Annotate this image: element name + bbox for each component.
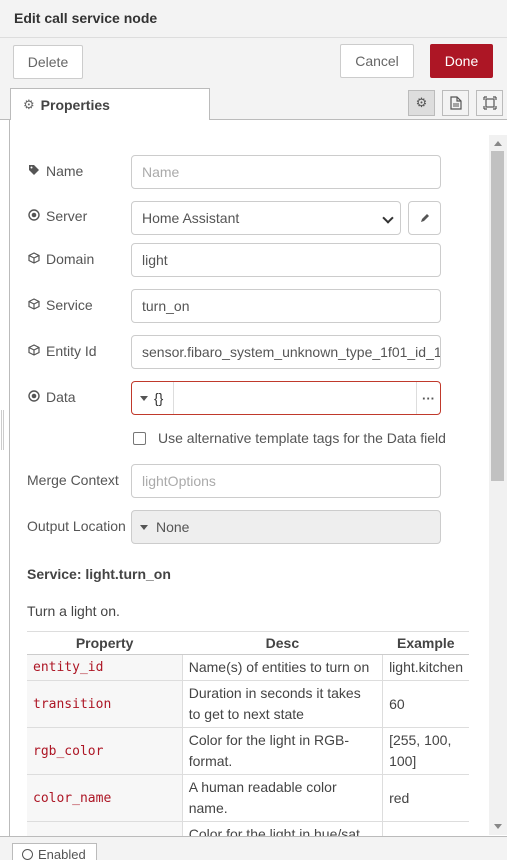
tray-header: Edit call service node bbox=[0, 0, 507, 38]
tab-properties-label: Properties bbox=[40, 96, 110, 113]
alt-template-checkbox[interactable] bbox=[133, 431, 146, 445]
column-header-desc: Desc bbox=[182, 631, 383, 655]
dot-circle-icon bbox=[27, 208, 41, 224]
gear-icon: ⚙ bbox=[23, 96, 35, 112]
edit-server-button[interactable] bbox=[408, 201, 441, 235]
done-button[interactable]: Done bbox=[430, 44, 493, 78]
output-location-select[interactable]: None bbox=[131, 510, 441, 544]
data-label: Data bbox=[27, 389, 76, 405]
table-row: transition Duration in seconds it takes … bbox=[27, 680, 469, 728]
example-cell: [255, 100, 100] bbox=[382, 727, 469, 775]
document-icon bbox=[449, 96, 462, 110]
table-header-row: Property Desc Example bbox=[27, 631, 469, 655]
data-typed-input[interactable]: {} ··· bbox=[131, 381, 441, 415]
domain-input[interactable]: light bbox=[131, 243, 441, 277]
caret-down-icon bbox=[140, 524, 148, 530]
desc-cell: Color for the light in RGB-format. bbox=[182, 727, 384, 775]
frame-icon bbox=[482, 96, 497, 110]
service-properties-table: Property Desc Example entity_id Name(s) … bbox=[27, 631, 469, 860]
enabled-toggle-button[interactable]: Enabled bbox=[12, 843, 97, 860]
scroll-up-arrow-icon[interactable] bbox=[494, 141, 502, 146]
data-type-select[interactable]: {} bbox=[132, 382, 174, 414]
tab-appearance-frame-icon[interactable] bbox=[476, 90, 503, 116]
desc-cell: Duration in seconds it takes to get to n… bbox=[182, 680, 384, 728]
property-cell: transition bbox=[27, 680, 183, 728]
caret-down-icon bbox=[140, 395, 148, 401]
table-row: rgb_color Color for the light in RGB-for… bbox=[27, 727, 469, 775]
alt-template-row: Use alternative template tags for the Da… bbox=[133, 430, 446, 446]
status-bar: Enabled bbox=[0, 836, 507, 860]
tab-settings-gear-icon[interactable]: ⚙ bbox=[408, 90, 435, 116]
pencil-icon bbox=[420, 214, 429, 222]
tab-description-document-icon[interactable] bbox=[442, 90, 469, 116]
output-location-value: None bbox=[156, 519, 190, 535]
scroll-down-arrow-icon[interactable] bbox=[494, 824, 502, 829]
cube-icon bbox=[27, 297, 41, 313]
service-help-title: Service: light.turn_on bbox=[27, 566, 171, 582]
circle-icon bbox=[22, 849, 33, 860]
output-location-label: Output Location bbox=[27, 518, 126, 534]
example-cell: 60 bbox=[382, 680, 469, 728]
alt-template-label: Use alternative template tags for the Da… bbox=[158, 430, 446, 446]
data-type-value: {} bbox=[154, 390, 164, 406]
property-cell: rgb_color bbox=[27, 727, 183, 775]
service-input[interactable]: turn_on bbox=[131, 289, 441, 323]
cube-icon bbox=[27, 251, 41, 267]
column-header-example: Example bbox=[382, 631, 469, 655]
table-row: color_name A human readable color name. … bbox=[27, 774, 469, 822]
column-header-property: Property bbox=[27, 631, 183, 655]
cube-icon bbox=[27, 343, 41, 359]
server-select[interactable]: Home Assistant bbox=[131, 201, 401, 235]
service-label: Service bbox=[27, 297, 93, 313]
dot-circle-icon bbox=[27, 389, 41, 405]
resize-handle[interactable] bbox=[1, 410, 4, 450]
example-cell: light.kitchen bbox=[382, 654, 469, 681]
scrollbar[interactable] bbox=[489, 135, 507, 835]
tag-icon bbox=[27, 164, 41, 179]
example-cell: red bbox=[382, 774, 469, 822]
expand-editor-button[interactable]: ··· bbox=[416, 382, 440, 414]
chevron-down-icon bbox=[382, 212, 394, 224]
tray-title: Edit call service node bbox=[14, 10, 158, 26]
property-cell: entity_id bbox=[27, 654, 183, 681]
desc-cell: A human readable color name. bbox=[182, 774, 384, 822]
tab-bar: ⚙ Properties ⚙ bbox=[0, 84, 507, 121]
server-select-value: Home Assistant bbox=[142, 210, 240, 226]
enabled-label: Enabled bbox=[38, 847, 86, 860]
merge-context-label: Merge Context bbox=[27, 472, 119, 488]
cancel-button[interactable]: Cancel bbox=[340, 44, 414, 78]
scroll-thumb[interactable] bbox=[491, 151, 504, 481]
entity-id-label: Entity Id bbox=[27, 343, 97, 359]
server-label: Server bbox=[27, 208, 87, 224]
property-cell: color_name bbox=[27, 774, 183, 822]
merge-context-input[interactable]: lightOptions bbox=[131, 464, 441, 498]
entity-id-input[interactable]: sensor.fibaro_system_unknown_type_1f01_i… bbox=[131, 335, 441, 369]
delete-button[interactable]: Delete bbox=[13, 45, 83, 79]
domain-label: Domain bbox=[27, 251, 94, 267]
table-row: entity_id Name(s) of entities to turn on… bbox=[27, 654, 469, 681]
desc-cell: Name(s) of entities to turn on bbox=[182, 654, 384, 681]
name-label: Name bbox=[27, 163, 83, 179]
service-help-description: Turn a light on. bbox=[27, 603, 120, 619]
tray-toolbar: Delete Cancel Done bbox=[0, 38, 507, 84]
tab-properties[interactable]: ⚙ Properties bbox=[10, 88, 210, 121]
name-input[interactable]: Name bbox=[131, 155, 441, 189]
